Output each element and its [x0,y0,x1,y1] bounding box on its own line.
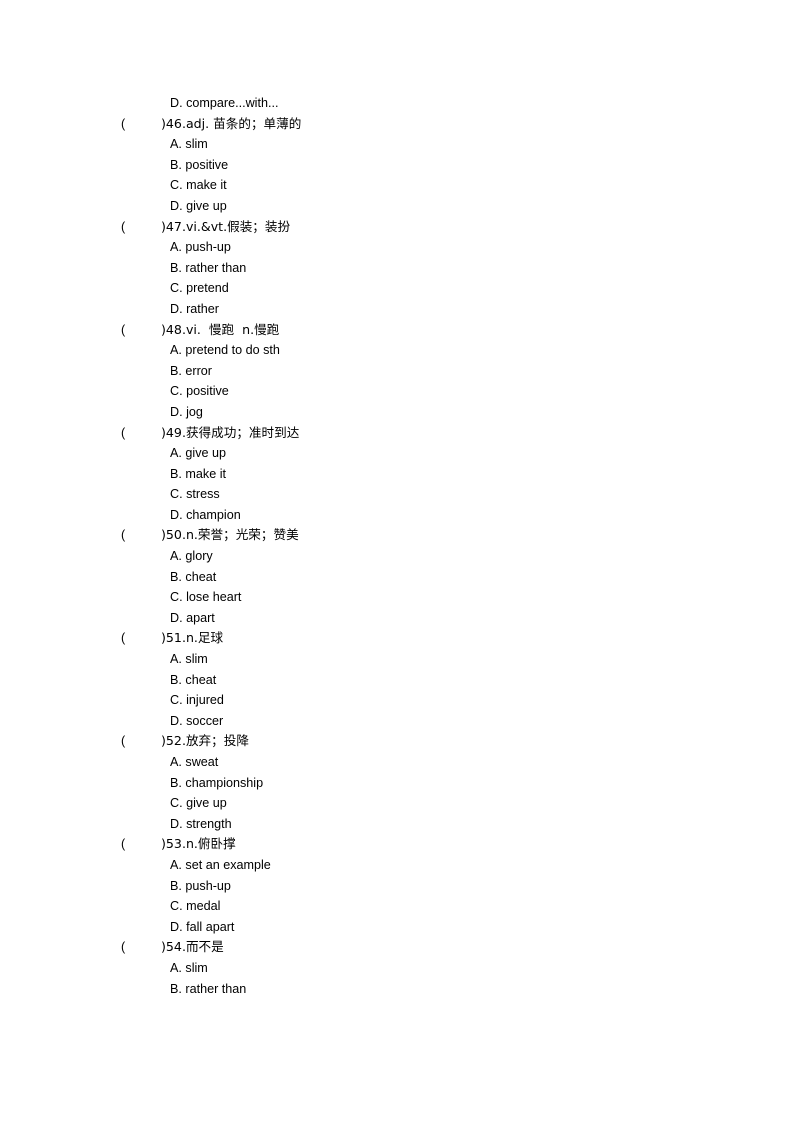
option-46-d[interactable]: D. give up [0,196,794,217]
option-52-c[interactable]: C. give up [0,793,794,814]
question-stem-46: ()46.adj. 苗条的；单薄的 [0,114,794,135]
option-47-b[interactable]: B. rather than [0,258,794,279]
question-stem-48: ()48.vi. 慢跑 n.慢跑 [0,320,794,341]
option-47-d[interactable]: D. rather [0,299,794,320]
answer-blank-49[interactable]: ( [121,423,161,444]
option-50-a[interactable]: A. glory [0,546,794,567]
option-52-b[interactable]: B. championship [0,773,794,794]
option-51-a[interactable]: A. slim [0,649,794,670]
option-46-b[interactable]: B. positive [0,155,794,176]
option-50-b[interactable]: B. cheat [0,567,794,588]
option-47-a[interactable]: A. push-up [0,237,794,258]
question-stem-53: ()53.n.俯卧撑 [0,834,794,855]
question-list: D. compare...with... ()46.adj. 苗条的；单薄的 A… [0,93,794,999]
question-stem-text-54: )54.而不是 [161,939,224,955]
option-51-c[interactable]: C. injured [0,690,794,711]
question-stem-text-46: )46.adj. 苗条的；单薄的 [161,115,302,131]
option-51-b[interactable]: B. cheat [0,670,794,691]
question-stem-text-50: )50.n.荣誉；光荣；赞美 [161,527,299,543]
option-53-b[interactable]: B. push-up [0,876,794,897]
option-53-d[interactable]: D. fall apart [0,917,794,938]
answer-blank-52[interactable]: ( [121,731,161,752]
option-46-c[interactable]: C. make it [0,175,794,196]
question-stem-text-52: )52.放弃；投降 [161,733,249,749]
option-52-d[interactable]: D. strength [0,814,794,835]
answer-blank-46[interactable]: ( [121,114,161,135]
option-49-b[interactable]: B. make it [0,464,794,485]
question-stem-54: ()54.而不是 [0,937,794,958]
option-53-c[interactable]: C. medal [0,896,794,917]
document-page: D. compare...with... ()46.adj. 苗条的；单薄的 A… [0,0,794,1123]
option-48-c[interactable]: C. positive [0,381,794,402]
question-stem-text-48: )48.vi. 慢跑 n.慢跑 [161,321,280,337]
answer-blank-53[interactable]: ( [121,834,161,855]
option-48-b[interactable]: B. error [0,361,794,382]
option-53-a[interactable]: A. set an example [0,855,794,876]
option-48-a[interactable]: A. pretend to do sth [0,340,794,361]
question-stem-text-51: )51.n.足球 [161,630,224,646]
answer-blank-50[interactable]: ( [121,525,161,546]
option-46-a[interactable]: A. slim [0,134,794,155]
question-stem-50: ()50.n.荣誉；光荣；赞美 [0,525,794,546]
question-stem-47: ()47.vi.&vt.假装；装扮 [0,217,794,238]
question-stem-49: ()49.获得成功；准时到达 [0,423,794,444]
answer-blank-54[interactable]: ( [121,937,161,958]
answer-blank-47[interactable]: ( [121,217,161,238]
option-49-d[interactable]: D. champion [0,505,794,526]
option-54-a[interactable]: A. slim [0,958,794,979]
carryover-option-line: D. compare...with... [170,96,279,110]
option-47-c[interactable]: C. pretend [0,278,794,299]
question-stem-52: ()52.放弃；投降 [0,731,794,752]
question-stem-text-49: )49.获得成功；准时到达 [161,424,300,440]
answer-blank-51[interactable]: ( [121,628,161,649]
option-52-a[interactable]: A. sweat [0,752,794,773]
option-49-c[interactable]: C. stress [0,484,794,505]
option-54-b[interactable]: B. rather than [0,979,794,1000]
option-50-c[interactable]: C. lose heart [0,587,794,608]
option-50-d[interactable]: D. apart [0,608,794,629]
question-stem-text-47: )47.vi.&vt.假装；装扮 [161,218,291,234]
option-49-a[interactable]: A. give up [0,443,794,464]
option-51-d[interactable]: D. soccer [0,711,794,732]
question-stem-text-53: )53.n.俯卧撑 [161,836,236,852]
answer-blank-48[interactable]: ( [121,320,161,341]
option-48-d[interactable]: D. jog [0,402,794,423]
question-stem-51: ()51.n.足球 [0,628,794,649]
